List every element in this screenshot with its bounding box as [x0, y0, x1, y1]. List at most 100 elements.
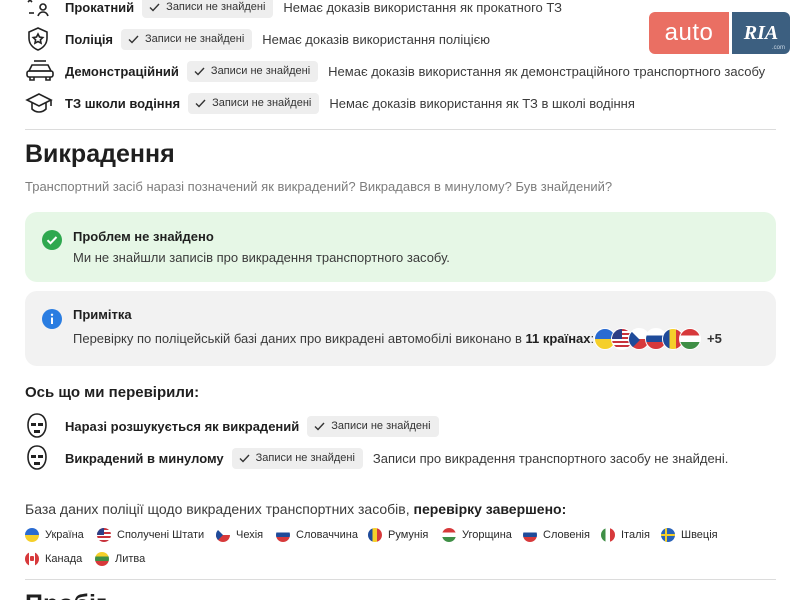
- country-name: Швеція: [681, 529, 718, 541]
- status-chip-text: Записи не знайдені: [212, 97, 312, 109]
- usage-row-rental: Прокатний Записи не знайдені Немає доказ…: [25, 0, 562, 20]
- usage-desc: Немає доказів використання поліцією: [262, 31, 490, 47]
- section-title-mileage: Пробіг: [25, 590, 106, 600]
- db-status: перевірку завершено:: [413, 501, 567, 517]
- no-problems-alert: Проблем не знайдено Ми не знайшли записі…: [25, 212, 776, 282]
- usage-desc: Немає доказів використання як прокатного…: [283, 0, 563, 15]
- check-row-wanted: Наразі розшукується як викрадений Записи…: [25, 413, 439, 439]
- note-alert: Примітка Перевірку по поліцейській базі …: [25, 291, 776, 366]
- check-icon: [314, 422, 325, 431]
- check-icon: [194, 67, 205, 76]
- country-item: Словенія: [523, 528, 590, 542]
- flag-lithuania-icon: [95, 552, 109, 566]
- flag-canada-icon: [25, 552, 39, 566]
- more-countries-count[interactable]: +5: [707, 331, 722, 346]
- country-name: Сполучені Штати: [117, 529, 205, 541]
- country-name: Чехія: [236, 529, 264, 541]
- country-item: Україна: [25, 528, 84, 542]
- country-name: Угорщина: [462, 529, 512, 541]
- police-badge-icon: [25, 26, 55, 52]
- country-item: Угорщина: [442, 528, 512, 542]
- section-subtitle: Транспортний засіб наразі позначений як …: [25, 179, 613, 194]
- demo-car-icon: [25, 58, 55, 84]
- checked-title: Ось що ми перевірили:: [25, 384, 200, 401]
- flag-ukraine-icon: [25, 528, 39, 542]
- check-icon: [195, 99, 206, 108]
- logo-domain: .com: [771, 45, 785, 51]
- autoria-logo[interactable]: auto RIA .com: [649, 12, 791, 54]
- status-chip: Записи не знайдені: [231, 447, 363, 469]
- alert-text: Ми не знайшли записів про викрадення тра…: [73, 250, 450, 265]
- status-chip: Записи не знайдені: [142, 0, 274, 18]
- country-name: Україна: [45, 529, 84, 541]
- flag-hungary-icon: [679, 328, 701, 350]
- flag-stack[interactable]: [594, 328, 704, 350]
- country-name: Словенія: [543, 529, 590, 541]
- check-desc: Записи про викрадення транспортного засо…: [372, 450, 729, 466]
- usage-label: ТЗ школи водіння: [65, 95, 181, 111]
- section-title-theft: Викрадення: [25, 140, 175, 168]
- check-circle-icon: [42, 230, 62, 250]
- logo-ria-part: RIA .com: [732, 12, 790, 54]
- rental-icon: [25, 0, 55, 20]
- country-name: Канада: [45, 553, 83, 565]
- logo-auto-part: auto: [649, 12, 729, 54]
- country-name: Словаччина: [296, 529, 358, 541]
- country-item: Румунія: [368, 528, 428, 542]
- flag-czech-icon: [216, 528, 230, 542]
- country-item: Швеція: [661, 528, 718, 542]
- alert-text: Перевірку по поліцейській базі даних про…: [73, 331, 594, 346]
- balaclava-icon: [25, 445, 55, 471]
- status-chip: Записи не знайдені: [307, 415, 439, 437]
- status-chip-text: Записи не знайдені: [145, 33, 245, 45]
- flag-usa-icon: [97, 528, 111, 542]
- check-icon: [128, 35, 139, 44]
- usage-label: Поліція: [65, 31, 114, 47]
- alert-title: Проблем не знайдено: [73, 229, 214, 244]
- status-chip-text: Записи не знайдені: [210, 65, 311, 77]
- country-item: Сполучені Штати: [97, 528, 204, 542]
- country-name: Румунія: [388, 529, 429, 541]
- flag-slovakia-icon: [276, 528, 290, 542]
- graduation-cap-icon: [25, 90, 55, 116]
- usage-desc: Немає доказів використання як демонстрац…: [328, 63, 766, 79]
- country-item: Словаччина: [276, 528, 358, 542]
- country-item: Литва: [95, 552, 145, 566]
- usage-row-demo: Демонстраційний Записи не знайдені Немає…: [25, 58, 765, 84]
- check-label: Наразі розшукується як викрадений: [65, 418, 300, 434]
- flag-hungary-icon: [442, 528, 456, 542]
- country-name: Литва: [115, 553, 146, 565]
- flag-slovenia-icon: [523, 528, 537, 542]
- section-divider: [25, 579, 776, 580]
- section-divider: [25, 129, 776, 130]
- status-chip-text: Записи не знайдені: [255, 452, 355, 464]
- note-text: Перевірку по поліцейській базі даних про…: [73, 331, 526, 346]
- usage-label: Демонстраційний: [65, 63, 179, 79]
- db-text: База даних поліції щодо викрадених транс…: [25, 501, 414, 517]
- check-row-stolen-past: Викрадений в минулому Записи не знайдені…: [25, 445, 728, 471]
- flag-italy-icon: [601, 528, 615, 542]
- status-chip: Записи не знайдені: [186, 60, 319, 82]
- check-icon: [239, 454, 250, 463]
- status-chip: Записи не знайдені: [188, 92, 320, 114]
- usage-row-police: Поліція Записи не знайдені Немає доказів…: [25, 26, 490, 52]
- flag-sweden-icon: [661, 528, 675, 542]
- info-icon: [42, 309, 62, 329]
- alert-title: Примітка: [73, 307, 132, 322]
- country-name: Італія: [621, 529, 650, 541]
- status-chip: Записи не знайдені: [121, 28, 253, 50]
- country-item: Італія: [601, 528, 650, 542]
- usage-label: Прокатний: [65, 0, 135, 15]
- usage-row-driving-school: ТЗ школи водіння Записи не знайдені Нема…: [25, 90, 635, 116]
- balaclava-icon: [25, 413, 55, 439]
- logo-ria-text: RIA: [743, 21, 779, 44]
- flag-romania-icon: [368, 528, 382, 542]
- status-chip-text: Записи не знайдені: [331, 420, 431, 432]
- check-icon: [149, 3, 160, 12]
- usage-desc: Немає доказів використання як ТЗ в школі…: [329, 95, 635, 111]
- police-db-line: База даних поліції щодо викрадених транс…: [25, 501, 566, 517]
- country-item: Чехія: [216, 528, 263, 542]
- status-chip-text: Записи не знайдені: [166, 1, 266, 13]
- check-label: Викрадений в минулому: [65, 450, 224, 466]
- countries-count: 11 країнах: [525, 331, 591, 346]
